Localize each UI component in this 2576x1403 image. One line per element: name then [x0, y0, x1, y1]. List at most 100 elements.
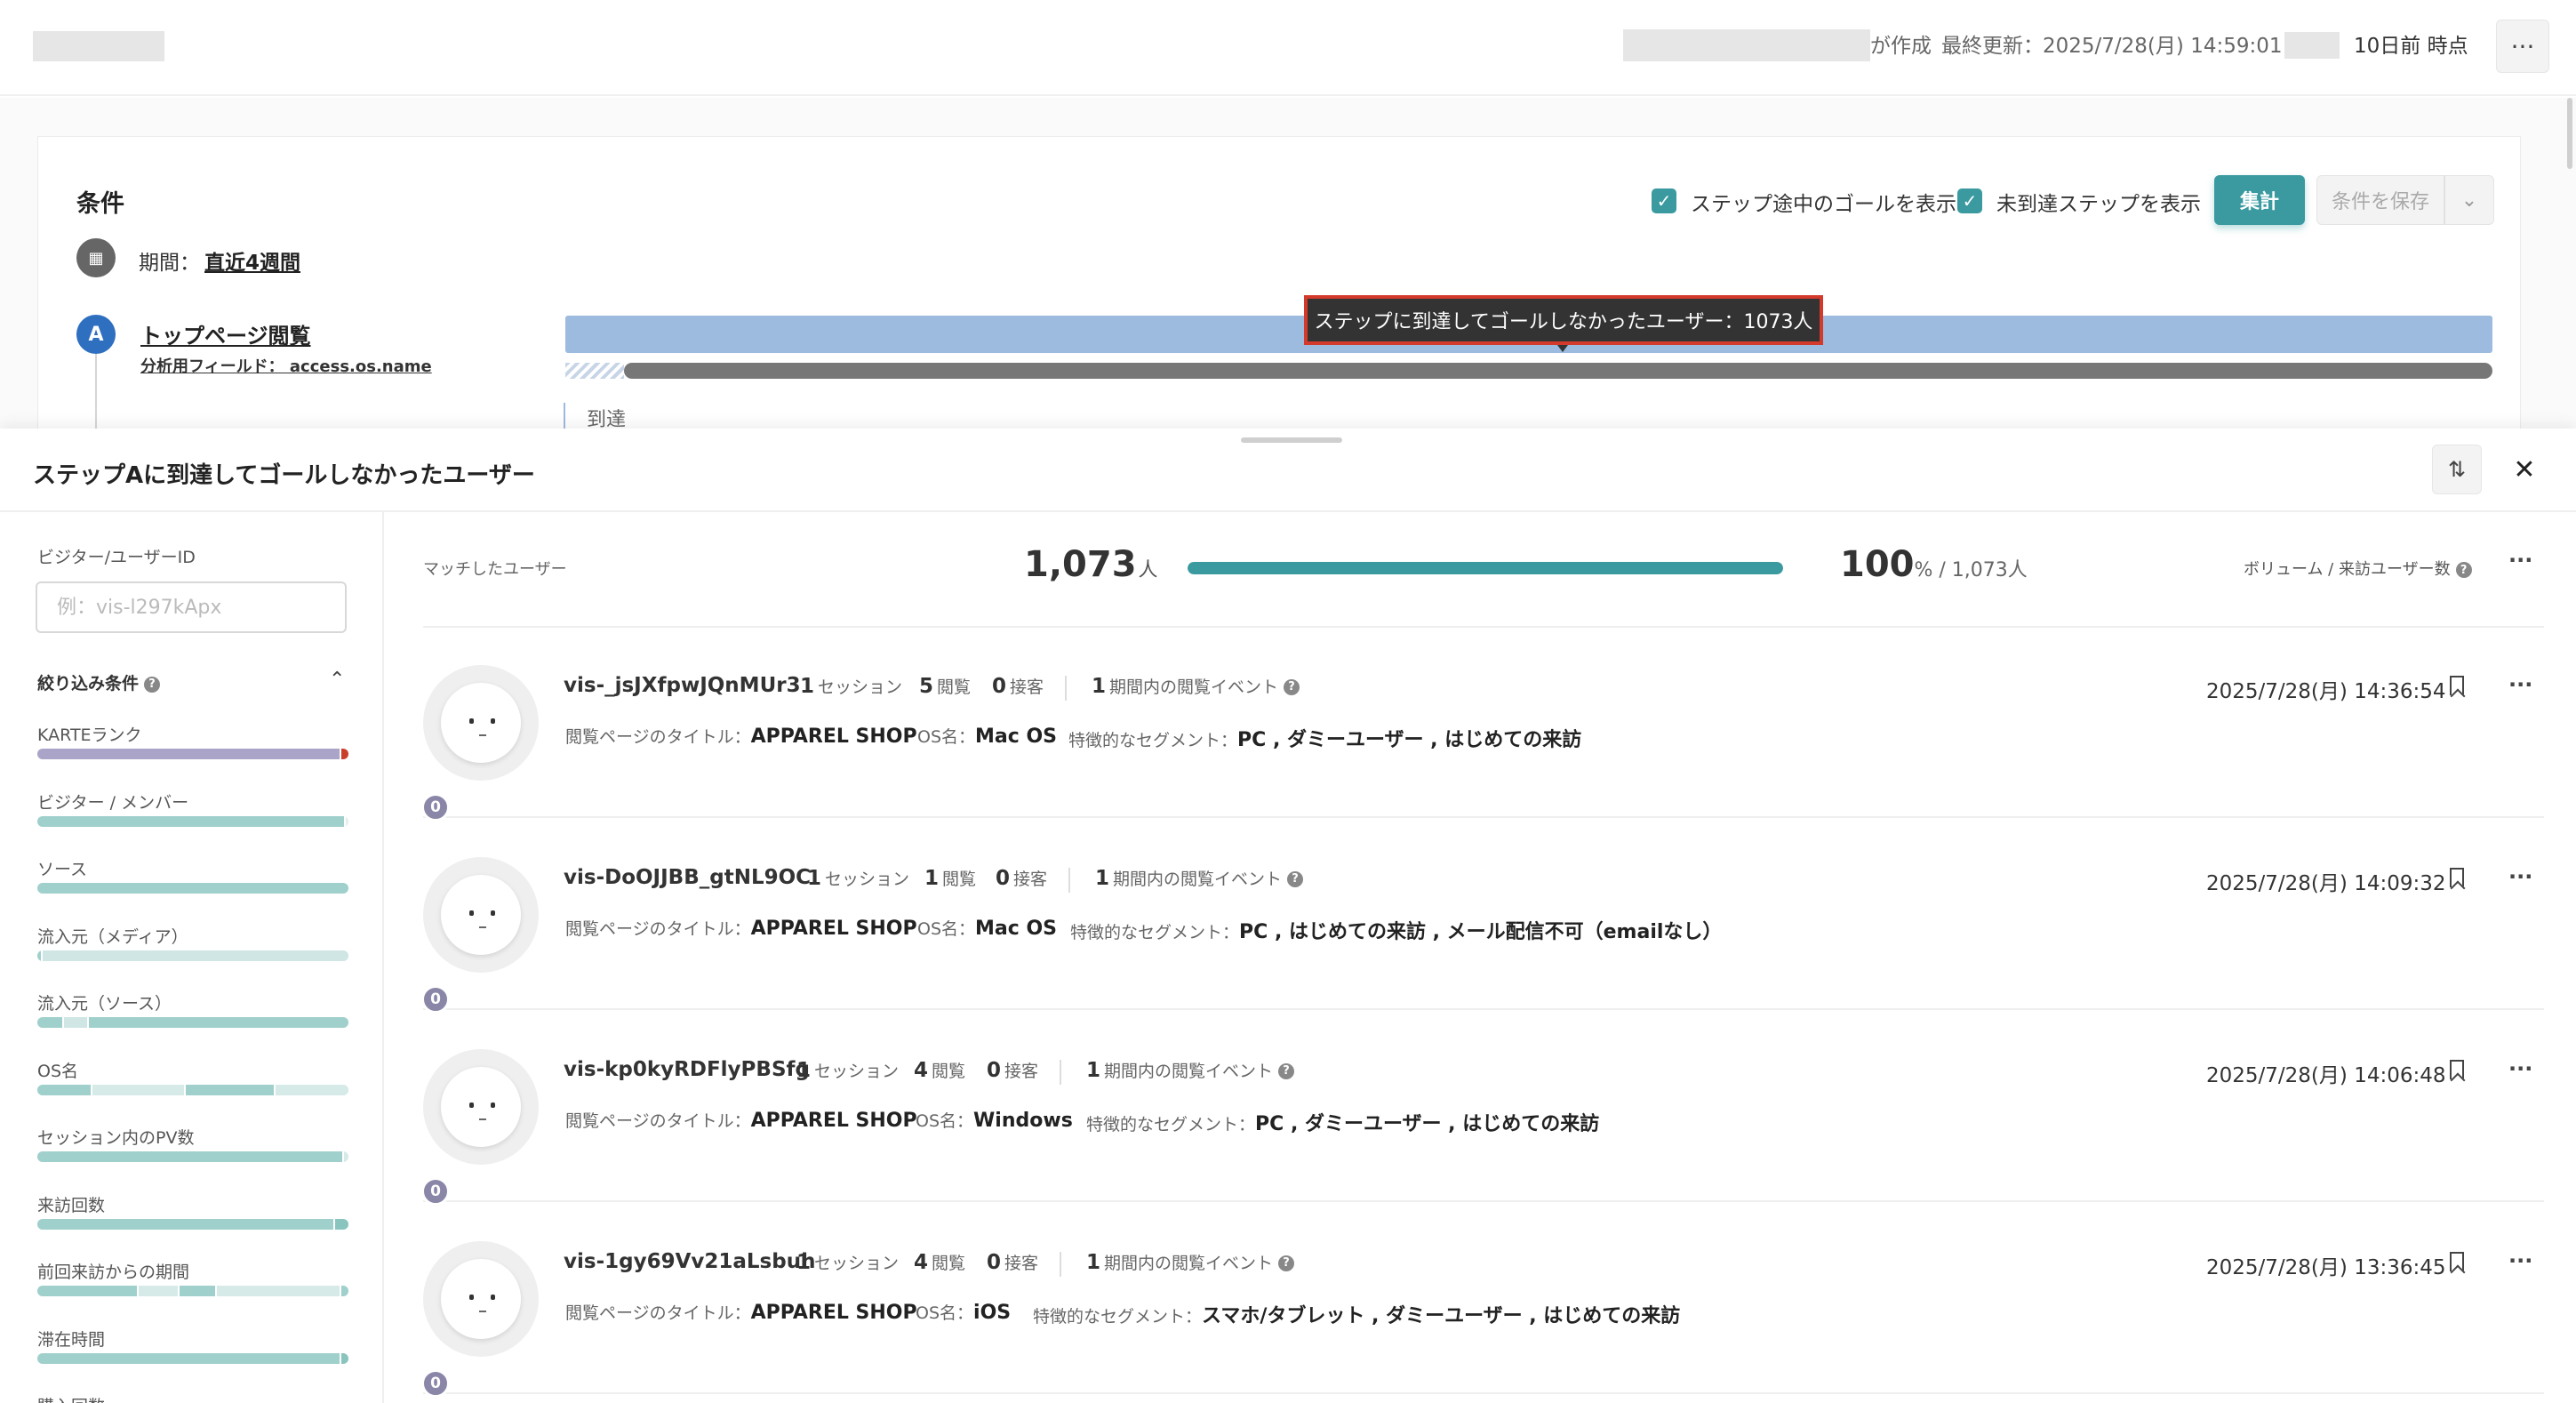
sort-button[interactable]: ⇅	[2432, 445, 2482, 494]
show-goals-checkbox[interactable]: ✓	[1652, 188, 1676, 213]
help-icon[interactable]: ?	[1278, 1062, 1295, 1079]
filter-label[interactable]: 流入元（ソース）	[37, 990, 172, 1014]
period-value-link[interactable]: 直近4週間	[204, 245, 300, 276]
save-options-dropdown[interactable]: ⌄	[2444, 175, 2494, 225]
more-menu-button[interactable]: ···	[2496, 20, 2549, 73]
avatar[interactable]: 0	[421, 1049, 539, 1206]
row-more-button[interactable]: ···	[2508, 1248, 2532, 1273]
visitor-id-link[interactable]: vis-_jsJXfpwJQnMUr3	[564, 674, 801, 697]
filter-bar-segment[interactable]	[332, 1218, 348, 1230]
filter-bar-segment[interactable]	[339, 1286, 348, 1296]
chevron-up-icon[interactable]: ⌃	[329, 669, 345, 691]
summary-more-button[interactable]: ···	[2508, 548, 2532, 573]
filter-bar-segment[interactable]	[37, 1352, 340, 1364]
filter-distribution-bar[interactable]	[37, 749, 348, 759]
help-icon[interactable]: ?	[2455, 562, 2472, 578]
filter-label[interactable]: セッション内のPV数	[37, 1125, 194, 1149]
user-row[interactable]: 0 vis-1gy69Vv21aLsbuh 1 セッション 4 閲覧 0 接客 1 期間内の閲覧イ…	[421, 1204, 2544, 1398]
filter-bar-segment[interactable]	[37, 1151, 342, 1162]
show-goals-label[interactable]: ステップ途中のゴールを表示	[1691, 187, 1956, 217]
avatar[interactable]: 0	[421, 857, 539, 1014]
filter-bar-segment[interactable]	[214, 1286, 340, 1296]
avatar-eye	[491, 1102, 495, 1108]
view-count: 4 閲覧	[914, 1251, 966, 1274]
row-more-button[interactable]: ···	[2508, 672, 2532, 697]
bookmark-icon[interactable]	[2450, 676, 2464, 695]
filter-bar-segment[interactable]	[87, 1017, 348, 1028]
row-more-button[interactable]: ···	[2508, 1056, 2532, 1081]
filter-bar-segment[interactable]	[40, 950, 348, 961]
help-icon[interactable]: ?	[1287, 870, 1304, 887]
filter-bar-segment[interactable]	[339, 1352, 348, 1364]
filter-bar-segment[interactable]	[37, 749, 340, 759]
filter-distribution-bar[interactable]	[37, 1352, 348, 1364]
filter-distribution-bar[interactable]	[37, 1151, 348, 1162]
visitor-id-link[interactable]: vis-1gy69Vv21aLsbuh	[564, 1250, 815, 1273]
filter-distribution-bar[interactable]	[37, 883, 348, 894]
matched-ratio-bar	[1188, 562, 1783, 574]
filter-bar-segment[interactable]	[90, 1084, 184, 1095]
filter-bar-segment[interactable]	[37, 1084, 91, 1095]
filter-bar-segment[interactable]	[274, 1084, 348, 1095]
filter-label[interactable]: ソース	[37, 856, 87, 880]
filter-label[interactable]: 来訪回数	[37, 1192, 105, 1216]
avatar[interactable]: 0	[421, 665, 539, 822]
avatar-mouth	[479, 926, 486, 928]
filter-distribution-bar[interactable]	[37, 950, 348, 961]
save-conditions-button[interactable]: 条件を保存	[2316, 175, 2444, 225]
filter-distribution-bar[interactable]	[37, 815, 348, 827]
bar-tooltip: ステップに到達してゴールしなかったユーザー：1073人	[1304, 295, 1823, 345]
drawer-resize-handle[interactable]	[1241, 437, 1342, 443]
filter-bar-segment[interactable]	[62, 1017, 87, 1028]
id-search-input[interactable]	[36, 581, 347, 633]
avatar-eye	[491, 910, 495, 916]
filter-distribution-bar[interactable]	[37, 1286, 348, 1296]
filter-bar-segment[interactable]	[177, 1286, 215, 1296]
bookmark-icon[interactable]	[2450, 868, 2464, 887]
row-more-button[interactable]: ···	[2508, 864, 2532, 889]
filter-bar-segment[interactable]	[37, 1218, 333, 1230]
filter-bar-segment[interactable]	[137, 1286, 178, 1296]
visitor-id-link[interactable]: vis-DoOJJBB_gtNL9OC	[564, 866, 811, 889]
help-icon[interactable]: ?	[144, 676, 161, 693]
filter-label[interactable]: 滞在時間	[37, 1327, 105, 1351]
filter-label[interactable]: 購入回数	[37, 1393, 105, 1403]
session-count: 1 セッション	[796, 1059, 900, 1082]
filter-bar-segment[interactable]	[37, 883, 348, 894]
filter-bar-segment[interactable]	[37, 1017, 62, 1028]
filter-bar-segment[interactable]	[37, 1286, 137, 1296]
user-row[interactable]: 0 vis-kp0kyRDFlyPBSfg 1 セッション 4 閲覧 0 接客 1 期間内の閲覧イ…	[421, 1012, 2544, 1206]
avatar[interactable]: 0	[421, 1241, 539, 1398]
step-a-not-goal-bar[interactable]	[624, 363, 2492, 379]
filter-label[interactable]: KARTEランク	[37, 722, 142, 746]
filter-conditions-heading[interactable]: 絞り込み条件?	[37, 670, 161, 694]
filter-bar-segment[interactable]	[342, 1151, 348, 1162]
bookmark-icon[interactable]	[2450, 1060, 2464, 1079]
filter-label[interactable]: ビジター / メンバー	[37, 790, 188, 814]
show-unreached-label[interactable]: 未到達ステップを表示	[1996, 187, 2201, 217]
filter-label[interactable]: OS名	[37, 1058, 78, 1082]
filter-label[interactable]: 前回来訪からの期間	[37, 1259, 189, 1283]
filter-bar-segment[interactable]	[339, 749, 348, 759]
filter-bar-segment[interactable]	[343, 815, 348, 827]
page-scrollbar[interactable]	[2567, 98, 2572, 169]
filter-bar-segment[interactable]	[183, 1084, 274, 1095]
filter-label[interactable]: 流入元（メディア）	[37, 924, 188, 948]
filter-distribution-bar[interactable]	[37, 1218, 348, 1230]
filter-distribution-bar[interactable]	[37, 1017, 348, 1028]
step-a-goal-stripe[interactable]	[565, 363, 624, 379]
filter-bar-segment[interactable]	[37, 815, 344, 827]
bookmark-icon[interactable]	[2450, 1252, 2464, 1271]
user-row[interactable]: 0 vis-DoOJJBB_gtNL9OC 1 セッション 1 閲覧 0 接客 1 期間内の閲覧イ…	[421, 820, 2544, 1014]
close-drawer-button[interactable]: ✕	[2500, 445, 2549, 494]
filter-distribution-bar[interactable]	[37, 1084, 348, 1095]
user-row[interactable]: 0 vis-_jsJXfpwJQnMUr3 1 セッション 5 閲覧 0 接客 1 期間内の閲覧イ…	[421, 628, 2544, 822]
avatar-face-icon	[441, 683, 521, 763]
help-icon[interactable]: ?	[1278, 1255, 1295, 1271]
aggregate-button[interactable]: 集計	[2214, 175, 2305, 225]
avatar-eye	[491, 718, 495, 724]
visitor-id-link[interactable]: vis-kp0kyRDFlyPBSfg	[564, 1058, 810, 1081]
help-icon[interactable]: ?	[1284, 678, 1300, 695]
show-unreached-checkbox[interactable]: ✓	[1957, 188, 1982, 213]
step-a-name-link[interactable]: トップページ閲覧	[140, 318, 311, 349]
